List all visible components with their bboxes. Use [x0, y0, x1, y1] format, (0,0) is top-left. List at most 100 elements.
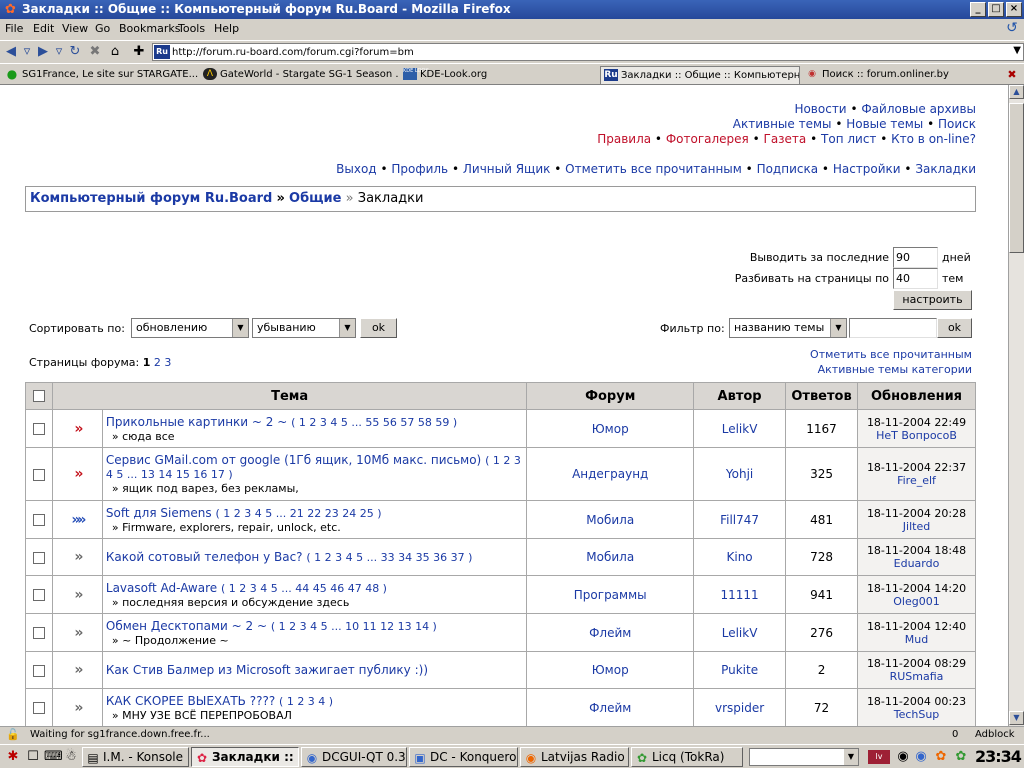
sort-order-select[interactable]: убыванию ▼: [252, 318, 356, 338]
desktop-icon[interactable]: ☐: [24, 748, 42, 766]
scrollbar-thumb[interactable]: [1009, 103, 1024, 253]
row-checkbox[interactable]: [32, 664, 45, 677]
topic-status-icon[interactable]: »»: [71, 512, 86, 528]
row-checkbox[interactable]: [32, 702, 45, 714]
tab-sg1france[interactable]: ● SG1France, Le site sur STARGATE...: [2, 66, 198, 84]
filter-input[interactable]: [849, 318, 937, 338]
topic-status-icon[interactable]: »: [74, 466, 83, 482]
network-icon[interactable]: ◉: [912, 748, 930, 766]
link-mark-all-read-category[interactable]: Отметить все прочитанным: [810, 348, 972, 361]
stop-icon[interactable]: ✖: [86, 43, 104, 61]
forum-link[interactable]: Мобила: [586, 513, 634, 527]
row-checkbox[interactable]: [32, 551, 45, 564]
link-active-topics[interactable]: Активные темы: [733, 117, 832, 131]
close-tab-icon[interactable]: ✖: [1004, 67, 1020, 83]
row-checkbox[interactable]: [32, 423, 45, 435]
url-bar[interactable]: Ru ▼: [152, 43, 1024, 61]
keyboard-layout-flag-icon[interactable]: lv: [868, 750, 890, 764]
author-link[interactable]: vrspider: [715, 701, 764, 715]
author-link[interactable]: LelikV: [722, 422, 758, 436]
update-user-link[interactable]: RUSmafia: [858, 670, 975, 683]
link-file-archives[interactable]: Файловые архивы: [861, 102, 976, 116]
close-button[interactable]: ×: [1006, 2, 1022, 17]
topic-status-icon[interactable]: »: [74, 625, 83, 641]
tab-ruboard[interactable]: Ru Закладки :: Общие :: Компьютерн...: [600, 66, 800, 84]
link-profile[interactable]: Профиль: [391, 162, 448, 176]
tab-onliner[interactable]: ◉ Поиск :: forum.onliner.by: [802, 66, 998, 84]
link-photogallery[interactable]: Фотогалерея: [666, 132, 749, 146]
update-user-link[interactable]: Fire_elf: [858, 474, 975, 487]
header-forum[interactable]: Форум: [526, 382, 695, 410]
task-radio[interactable]: ◉ Latvijas Radio: [520, 747, 629, 767]
menu-edit[interactable]: Edit: [33, 22, 54, 35]
topic-pages[interactable]: ( 1 2 3 4 ): [279, 695, 333, 708]
topic-status-icon[interactable]: »: [74, 662, 83, 678]
filter-ok-button[interactable]: ok: [937, 318, 972, 338]
link-who-online[interactable]: Кто в on-line?: [891, 132, 976, 146]
topic-title[interactable]: Как Стив Балмер из Microsoft зажигает пу…: [106, 663, 428, 677]
task-firefox[interactable]: ✿ Закладки :: О: [191, 747, 299, 767]
minimize-button[interactable]: _: [970, 2, 986, 17]
link-active-topics-category[interactable]: Активные темы категории: [818, 363, 972, 376]
topic-title[interactable]: Lavasoft Ad-Aware: [106, 581, 217, 595]
author-link[interactable]: 11111: [720, 588, 758, 602]
maximize-button[interactable]: □: [988, 2, 1004, 17]
forum-link[interactable]: Юмор: [592, 663, 629, 677]
url-history-dropdown-icon[interactable]: ▼: [1013, 45, 1021, 56]
topic-pages[interactable]: ( 1 2 3 4 5 ... 33 34 35 36 37 ): [306, 551, 472, 564]
topic-pages[interactable]: ( 1 2 3 4 5 ... 21 22 23 24 25 ): [215, 507, 381, 520]
author-link[interactable]: Pukite: [721, 663, 758, 677]
page-link-2[interactable]: 2: [154, 356, 161, 369]
topic-status-icon[interactable]: »: [74, 421, 83, 437]
header-updates[interactable]: Обновления: [857, 382, 976, 410]
update-user-link[interactable]: НеТ ВопросоВ: [858, 429, 975, 442]
apply-settings-button[interactable]: настроить: [893, 290, 972, 310]
pages-per-input[interactable]: [893, 268, 938, 289]
row-checkbox[interactable]: [32, 627, 45, 639]
forum-link[interactable]: Программы: [574, 588, 647, 602]
link-settings[interactable]: Настройки: [833, 162, 901, 176]
vertical-scrollbar[interactable]: ▲ ▼: [1008, 85, 1024, 726]
link-rules[interactable]: Правила: [597, 132, 651, 146]
new-tab-icon[interactable]: ✚: [130, 43, 148, 61]
topic-status-icon[interactable]: »: [74, 549, 83, 565]
breadcrumb-section[interactable]: Общие: [289, 191, 341, 206]
menu-help[interactable]: Help: [214, 22, 239, 35]
select-all-checkbox[interactable]: [32, 390, 45, 402]
author-link[interactable]: LelikV: [722, 626, 758, 640]
tray-app-icon[interactable]: ✿: [932, 748, 950, 766]
menu-view[interactable]: View: [62, 22, 88, 35]
topic-title[interactable]: КАК СКОРЕЕ ВЫЕХАТЬ ????: [106, 694, 275, 708]
task-konqueror[interactable]: ▣ DC - Konqueror: [409, 747, 518, 767]
topic-status-icon[interactable]: »: [74, 587, 83, 603]
header-author[interactable]: Автор: [693, 382, 787, 410]
header-replies[interactable]: Ответов: [785, 382, 859, 410]
link-top-list[interactable]: Топ лист: [821, 132, 876, 146]
forum-link[interactable]: Андеграунд: [572, 467, 648, 481]
clock[interactable]: 23:34: [975, 747, 1022, 766]
menu-tools[interactable]: Tools: [178, 22, 205, 35]
adblock-status[interactable]: Adblock: [975, 729, 1015, 740]
author-link[interactable]: Yohji: [726, 467, 753, 481]
forum-link[interactable]: Флейм: [589, 626, 631, 640]
task-licq[interactable]: ✿ Licq (TokRa): [631, 747, 743, 767]
header-topic[interactable]: Тема: [51, 382, 528, 410]
topic-pages[interactable]: ( 1 2 3 4 5 ... 55 56 57 58 59 ): [291, 416, 457, 429]
sort-field-select[interactable]: обновлению ▼: [131, 318, 249, 338]
terminal-icon[interactable]: ⌨: [44, 748, 63, 766]
task-konsole[interactable]: ▤ I.M. - Konsole: [82, 747, 189, 767]
topic-title[interactable]: Прикольные картинки ~ 2 ~: [106, 415, 287, 429]
throbber-icon[interactable]: ↺: [1002, 20, 1022, 38]
link-bookmarks[interactable]: Закладки: [915, 162, 976, 176]
link-search[interactable]: Поиск: [938, 117, 976, 131]
link-new-topics[interactable]: Новые темы: [846, 117, 923, 131]
file-manager-icon[interactable]: ☃: [62, 748, 80, 766]
task-dcgui[interactable]: ◉ DCGUI-QT 0.3: [301, 747, 407, 767]
tab-gateworld[interactable]: Λ GateWorld - Stargate SG-1 Season ...: [200, 66, 398, 84]
link-private-messages[interactable]: Личный Ящик: [463, 162, 551, 176]
link-mark-all-read[interactable]: Отметить все прочитанным: [565, 162, 742, 176]
update-user-link[interactable]: Oleg001: [858, 595, 975, 608]
row-checkbox[interactable]: [32, 589, 45, 601]
kde-menu-icon[interactable]: ✱: [4, 748, 22, 766]
reload-icon[interactable]: ↻: [66, 43, 84, 61]
